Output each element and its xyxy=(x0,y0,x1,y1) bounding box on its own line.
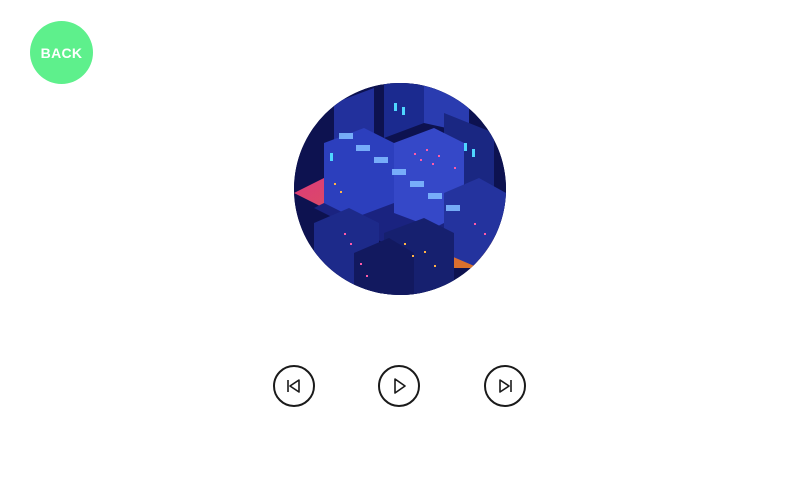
back-button-label: BACK xyxy=(40,44,83,61)
back-button[interactable]: BACK xyxy=(30,21,93,84)
music-player-screen: BACK xyxy=(0,0,800,480)
play-button[interactable] xyxy=(378,365,420,407)
album-cover xyxy=(294,83,506,295)
skip-previous-icon xyxy=(287,379,300,393)
isometric-city-artwork xyxy=(294,83,506,295)
previous-track-button[interactable] xyxy=(273,365,315,407)
skip-next-icon xyxy=(499,379,512,393)
next-track-button[interactable] xyxy=(484,365,526,407)
play-icon xyxy=(394,378,406,394)
